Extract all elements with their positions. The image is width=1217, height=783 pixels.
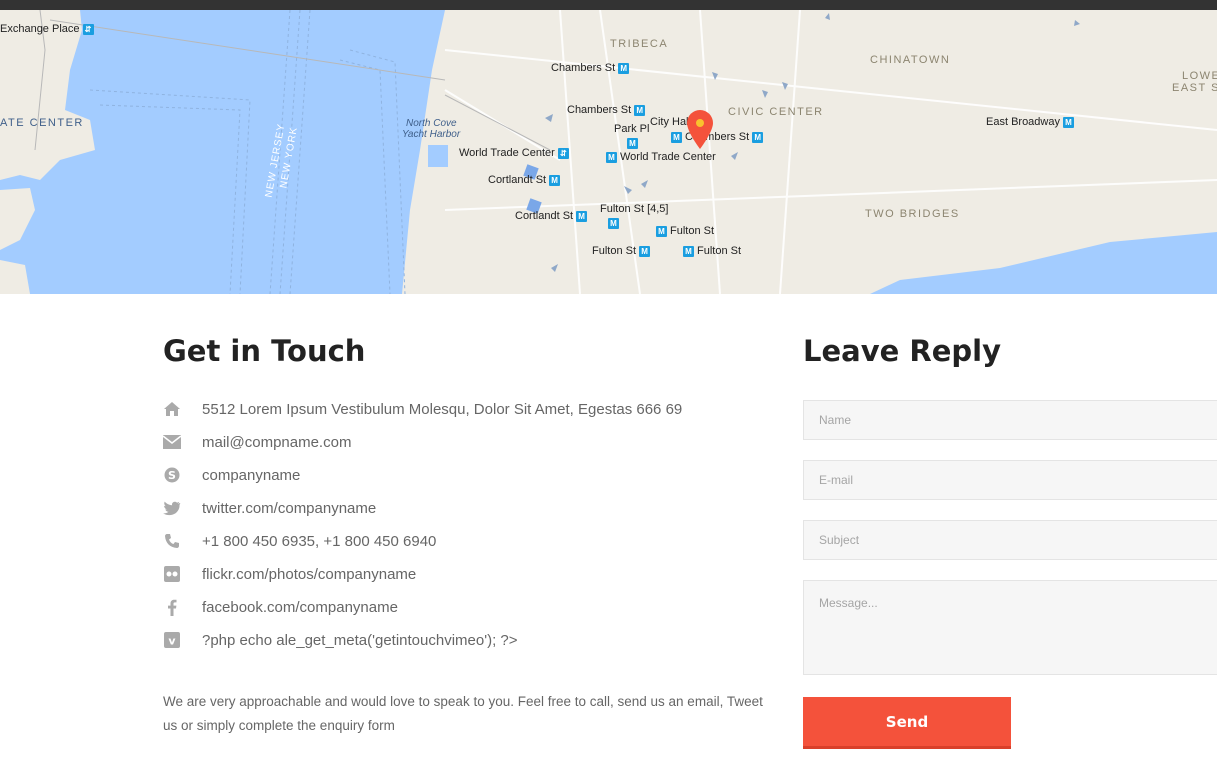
label-cortlandt-st-1: Cortlandt St M [488, 174, 561, 187]
district-east-side: EAST S [1172, 82, 1217, 94]
email-input[interactable] [803, 460, 1217, 500]
twitter-icon [163, 499, 181, 517]
leave-reply-title: Leave Reply [803, 334, 1001, 368]
contact-facebook: facebook.com/companyname [163, 596, 398, 618]
phone-icon [163, 532, 181, 550]
vimeo-icon: v [163, 631, 181, 649]
label-yacht-harbor: Yacht Harbor [402, 129, 461, 140]
facebook-icon [163, 598, 181, 616]
label-fulton-st-45-metro: M [608, 217, 622, 230]
label-park-pl: Park Pl [614, 123, 650, 135]
contact-email: mail@compname.com [163, 431, 351, 453]
label-cortlandt-st-2: Cortlandt St M [515, 210, 588, 223]
contact-address: 5512 Lorem Ipsum Vestibulum Molesqu, Dol… [163, 398, 682, 420]
district-two-bridges: TWO BRIDGES [865, 208, 960, 220]
envelope-icon [163, 433, 181, 451]
send-button[interactable]: Send [803, 697, 1011, 749]
label-chambers-st-1: Chambers St M [551, 62, 630, 75]
flickr-icon [163, 565, 181, 583]
home-icon [163, 400, 181, 418]
label-fulton-st-45: Fulton St [4,5] [600, 203, 669, 215]
label-world-trade-center-1: World Trade Center ⇵ [459, 147, 569, 160]
top-bar [0, 0, 1217, 10]
map-marker-icon[interactable] [685, 108, 715, 150]
name-input[interactable] [803, 400, 1217, 440]
label-park-pl-metro: M [627, 137, 641, 150]
contact-vimeo: v ?php echo ale_get_meta('getintouchvime… [163, 629, 518, 651]
label-fulton-st-2: Fulton St M [592, 245, 651, 258]
skype-icon: S [163, 466, 181, 484]
district-lower-east: LOWE [1182, 70, 1217, 82]
subject-input[interactable] [803, 520, 1217, 560]
district-chinatown: CHINATOWN [870, 54, 951, 66]
get-in-touch-title: Get in Touch [163, 334, 366, 368]
label-chambers-st-2: Chambers St M [567, 104, 646, 117]
district-tribeca: TRIBECA [610, 38, 669, 50]
label-fulton-st-1: M Fulton St [656, 225, 714, 238]
contact-intro-text: We are very approachable and would love … [163, 694, 763, 733]
svg-text:v: v [168, 635, 176, 648]
contact-phone: +1 800 450 6935, +1 800 450 6940 [163, 530, 436, 552]
svg-text:S: S [168, 469, 176, 482]
contact-skype: S companyname [163, 464, 300, 486]
label-world-trade-center-2: M World Trade Center [606, 151, 716, 164]
map[interactable]: TRIBECA CHINATOWN CIVIC CENTER TWO BRIDG… [0, 10, 1217, 294]
label-exchange-place: Exchange Place ⇵ [0, 23, 94, 36]
label-east-broadway: East Broadway M [986, 116, 1074, 129]
label-north-cove: North Cove [406, 118, 457, 129]
district-civic-center: CIVIC CENTER [728, 106, 824, 118]
message-textarea[interactable] [803, 580, 1217, 675]
contact-twitter: twitter.com/companyname [163, 497, 376, 519]
contact-flickr: flickr.com/photos/companyname [163, 563, 416, 585]
label-fulton-st-3: M Fulton St [683, 245, 741, 258]
district-exchange-center: ATE CENTER [0, 117, 84, 129]
